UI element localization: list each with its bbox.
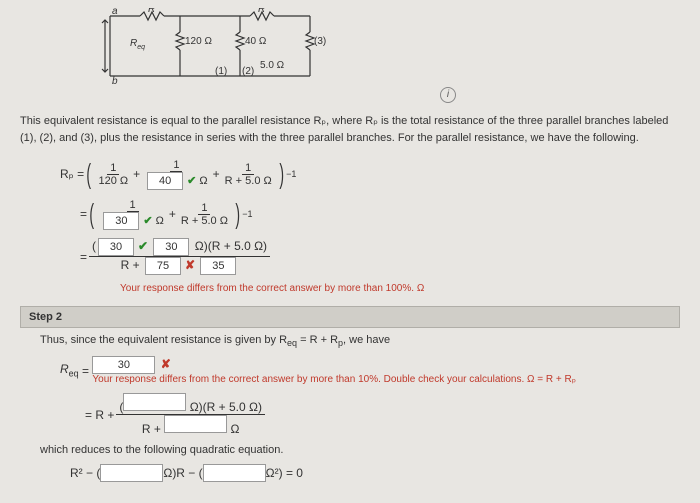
cross-icon: ✘ bbox=[185, 258, 195, 272]
answer-input[interactable]: 30 bbox=[153, 238, 189, 256]
r120-label: 120 Ω bbox=[185, 36, 212, 47]
answer-input[interactable] bbox=[203, 464, 266, 482]
info-icon[interactable]: i bbox=[440, 87, 456, 103]
answer-input[interactable]: 30 bbox=[92, 356, 155, 374]
check-icon: ✔ bbox=[138, 239, 148, 253]
eq1-lhs: Rₚ = bbox=[60, 167, 84, 181]
node-b: b bbox=[112, 76, 118, 86]
node-a: a bbox=[112, 8, 118, 17]
answer-input[interactable]: 75 bbox=[145, 257, 181, 275]
answer-input[interactable] bbox=[100, 464, 163, 482]
step2-reduce: which reduces to the following quadratic… bbox=[40, 444, 660, 456]
step2-line1: Thus, since the equivalent resistance is… bbox=[40, 334, 660, 348]
r40-label: 40 Ω bbox=[245, 36, 267, 47]
step-body: Thus, since the equivalent resistance is… bbox=[20, 328, 680, 496]
cross-icon: ✘ bbox=[161, 357, 171, 371]
answer-input[interactable]: 35 bbox=[200, 257, 236, 275]
answer-input[interactable]: 40 bbox=[147, 172, 183, 190]
equation-2: = ( 1 30✔ Ω + 1R + 5.0 Ω )−1 bbox=[80, 198, 680, 230]
r-label-1: R bbox=[148, 8, 155, 15]
intro-text: This equivalent resistance is equal to t… bbox=[20, 113, 680, 146]
content-area: a b R R Req 120 Ω 40 Ω 5.0 Ω (3) (1) (2)… bbox=[0, 0, 700, 503]
step2-eq2: = R + ( Ω)(R + 5.0 Ω) R + Ω bbox=[85, 393, 660, 436]
step2-quadratic: R² − ( Ω)R − ( Ω²) = 0 bbox=[70, 464, 660, 482]
r5-label: 5.0 Ω bbox=[260, 60, 285, 71]
step2-eq1: Req = 30 ✘ Your response differs from th… bbox=[60, 356, 660, 385]
answer-input[interactable] bbox=[164, 415, 227, 433]
answer-input[interactable]: 30 bbox=[103, 212, 139, 230]
answer-input[interactable] bbox=[123, 393, 186, 411]
branch1-label: (1) bbox=[215, 66, 227, 77]
feedback-text: Your response differs from the correct a… bbox=[120, 283, 680, 294]
check-icon: ✔ bbox=[187, 175, 196, 187]
branch3-label: (3) bbox=[314, 36, 326, 47]
circuit-diagram: a b R R Req 120 Ω 40 Ω 5.0 Ω (3) (1) (2)… bbox=[100, 8, 680, 103]
page: a b R R Req 120 Ω 40 Ω 5.0 Ω (3) (1) (2)… bbox=[0, 0, 700, 503]
equation-3: = (30✔ 30 Ω)(R + 5.0 Ω) R + 75✘ 35 bbox=[80, 238, 680, 275]
step-header: Step 2 bbox=[20, 306, 680, 328]
branch2-label: (2) bbox=[242, 66, 254, 77]
svg-text:Req: Req bbox=[130, 38, 145, 51]
equation-1: Rₚ = ( 1120 Ω + 1 40✔ Ω + 1R + 5.0 Ω )−1 bbox=[60, 158, 680, 190]
r-label-2: R bbox=[258, 8, 265, 15]
feedback-text: Your response differs from the correct a… bbox=[92, 374, 576, 385]
check-icon: ✔ bbox=[143, 215, 152, 227]
answer-input[interactable]: 30 bbox=[98, 238, 134, 256]
